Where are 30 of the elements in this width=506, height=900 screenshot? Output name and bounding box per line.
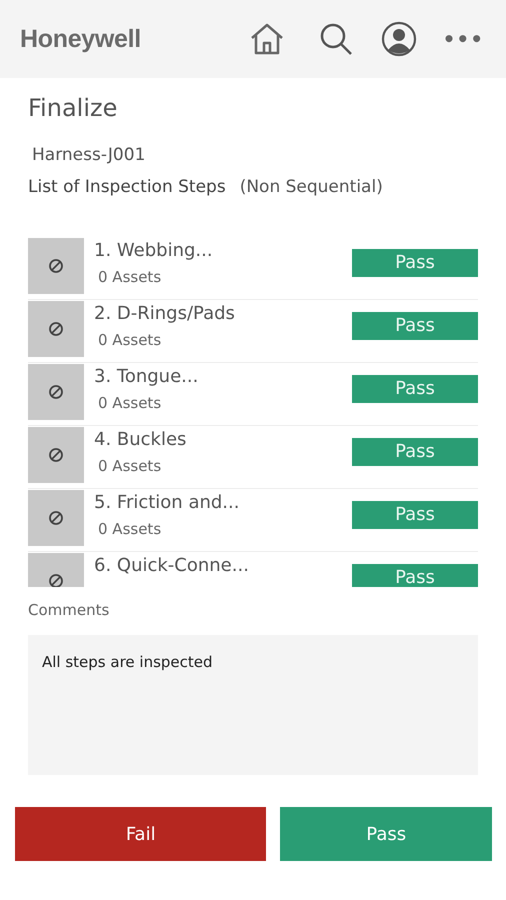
fail-button[interactable]: Fail (15, 807, 266, 861)
unavailable-icon (48, 510, 64, 526)
list-heading: List of Inspection Steps (28, 177, 226, 197)
home-icon[interactable] (248, 22, 285, 56)
comments-field[interactable]: All steps are inspected (28, 635, 478, 775)
search-icon[interactable] (318, 22, 353, 56)
unavailable-icon (48, 258, 64, 274)
asset-count: 0 Assets (97, 457, 162, 475)
unavailable-icon (48, 321, 64, 337)
asset-name: Harness-J001 (32, 145, 146, 165)
asset-count: 0 Assets (97, 268, 162, 286)
step-title[interactable]: 1. Webbing... (94, 240, 352, 261)
asset-count: 0 Assets (97, 394, 162, 412)
unavailable-icon (48, 447, 64, 463)
sequence-note: (Non Sequential) (240, 177, 383, 197)
step-title[interactable]: 6. Quick-Conne... (94, 555, 352, 576)
brand-logo: Honeywell (20, 24, 142, 54)
step-title[interactable]: 5. Friction and... (94, 492, 352, 513)
asset-count: 0 Assets (97, 331, 162, 349)
unavailable-icon (48, 384, 64, 400)
step-title[interactable]: 2. D-Rings/Pads (94, 303, 352, 324)
page-title: Finalize (28, 94, 118, 122)
step-title[interactable]: 3. Tongue... (94, 366, 352, 387)
more-options-button[interactable]: ••• (442, 27, 484, 51)
profile-icon[interactable] (380, 21, 417, 57)
comments-label: Comments (28, 601, 110, 619)
pass-button[interactable]: Pass (280, 807, 492, 861)
asset-count: 0 Assets (97, 520, 162, 538)
step-title[interactable]: 4. Buckles (94, 429, 352, 450)
unavailable-icon (48, 573, 64, 587)
